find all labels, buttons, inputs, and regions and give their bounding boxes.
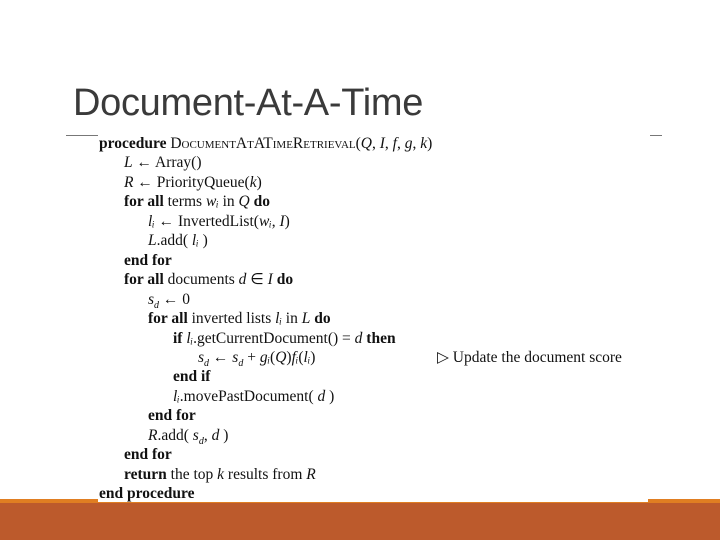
math-variable: k — [217, 465, 225, 483]
keyword: return — [124, 465, 167, 483]
code-text: the top — [166, 465, 218, 483]
code-text: .add( — [157, 426, 193, 444]
divider-right — [650, 135, 662, 136]
code-text: in — [218, 193, 239, 211]
pseudocode-line: R ← PriorityQueue(k) — [124, 173, 262, 193]
pseudocode-line: end for — [148, 406, 196, 426]
procedure-name: DocumentAtATimeRetrieval — [170, 135, 356, 152]
math-variable: lᵢ — [191, 232, 199, 250]
keyword: do — [272, 271, 294, 289]
code-text: , — [203, 426, 212, 444]
code-text: ← 0 — [159, 290, 191, 308]
math-variable: L — [148, 232, 157, 250]
math-variable: sd — [198, 348, 210, 370]
math-variable: wᵢ — [205, 193, 219, 211]
code-text: ← Array() — [132, 154, 202, 172]
keyword: end for — [148, 407, 196, 425]
code-text: ) — [219, 426, 229, 444]
math-variable: gᵢ — [259, 348, 271, 366]
code-text: inverted lists — [187, 310, 276, 328]
pseudocode-line: end for — [124, 251, 172, 271]
code-text: ) — [310, 348, 316, 366]
math-variable: wᵢ — [258, 212, 272, 230]
code-text: .movePastDocument( — [179, 387, 318, 405]
pseudocode-line: sd ← 0 — [148, 290, 191, 311]
keyword: end if — [173, 368, 211, 386]
pseudocode-line: lᵢ ← InvertedList(wᵢ, I) — [148, 212, 290, 232]
algorithm-pseudocode: procedure DocumentAtATimeRetrieval(Q, I,… — [98, 131, 648, 502]
code-text: .add( — [156, 232, 192, 250]
keyword: for all — [148, 310, 188, 328]
math-variable: lᵢ — [148, 212, 155, 230]
code-text: ) — [256, 173, 262, 191]
code-text: + — [243, 348, 260, 366]
keyword: do — [310, 310, 331, 328]
code-text: ) — [198, 232, 208, 250]
math-variable: lᵢ — [173, 387, 180, 405]
math-variable: lᵢ — [275, 310, 282, 328]
code-text: ← PriorityQueue( — [133, 173, 250, 191]
math-variable: R — [306, 465, 316, 483]
code-text: .getCurrentDocument() = — [193, 329, 355, 347]
keyword: then — [362, 329, 396, 347]
keyword: for all — [124, 193, 164, 211]
pseudocode-line: sd ← sd + gᵢ(Q)fᵢ(lᵢ) — [198, 348, 316, 370]
math-variable: sd — [232, 348, 244, 370]
code-text: ) — [325, 387, 335, 405]
pseudocode-line: for all terms wᵢ in Q do — [124, 192, 270, 212]
pseudocode-line: return the top k results from R — [124, 465, 316, 485]
math-variable: sd — [148, 290, 160, 311]
code-text: ) — [427, 135, 433, 152]
math-variable: Q — [275, 348, 287, 366]
pseudocode-comment: ▷ Update the document score — [437, 348, 622, 366]
keyword: procedure — [99, 135, 171, 152]
code-text: , — [396, 135, 405, 152]
slide-title: Document-At-A-Time — [73, 82, 424, 124]
math-variable: k — [249, 173, 257, 191]
code-text: , — [384, 135, 393, 152]
math-variable: sd — [192, 426, 204, 447]
code-text: ← InvertedList( — [154, 212, 259, 230]
pseudocode-line: end for — [124, 445, 172, 465]
footer-bar — [0, 503, 720, 540]
keyword: end procedure — [99, 485, 195, 503]
math-variable: Q — [360, 135, 372, 152]
pseudocode-line: end procedure — [99, 484, 194, 504]
keyword: if — [173, 329, 187, 347]
code-text: ) — [284, 212, 290, 230]
math-variable: L — [124, 154, 133, 172]
pseudocode-line: for all inverted lists lᵢ in L do — [148, 309, 331, 329]
pseudocode-line: procedure DocumentAtATimeRetrieval(Q, I,… — [99, 134, 432, 154]
pseudocode-line: lᵢ.movePastDocument( d ) — [173, 387, 334, 407]
pseudocode-line: end if — [173, 367, 210, 387]
pseudocode-line: R.add( sd, d ) — [148, 426, 229, 447]
pseudocode-line: L.add( lᵢ ) — [148, 231, 208, 251]
divider-left — [66, 135, 98, 136]
code-text: results from — [224, 465, 307, 483]
code-text: ∈ — [246, 271, 268, 289]
keyword: do — [249, 193, 270, 211]
code-text: documents — [163, 271, 239, 289]
pseudocode-line: L ← Array() — [124, 153, 202, 173]
code-text: ← — [209, 348, 233, 366]
pseudocode-line: if lᵢ.getCurrentDocument() = d then — [173, 329, 396, 349]
math-variable: Q — [238, 193, 250, 211]
keyword: end for — [124, 446, 172, 464]
keyword: end for — [124, 251, 172, 269]
keyword: for all — [124, 271, 164, 289]
code-text: , — [372, 135, 380, 152]
code-text: terms — [163, 193, 206, 211]
pseudocode-line: for all documents d ∈ I do — [124, 270, 293, 290]
code-text: in — [281, 310, 302, 328]
